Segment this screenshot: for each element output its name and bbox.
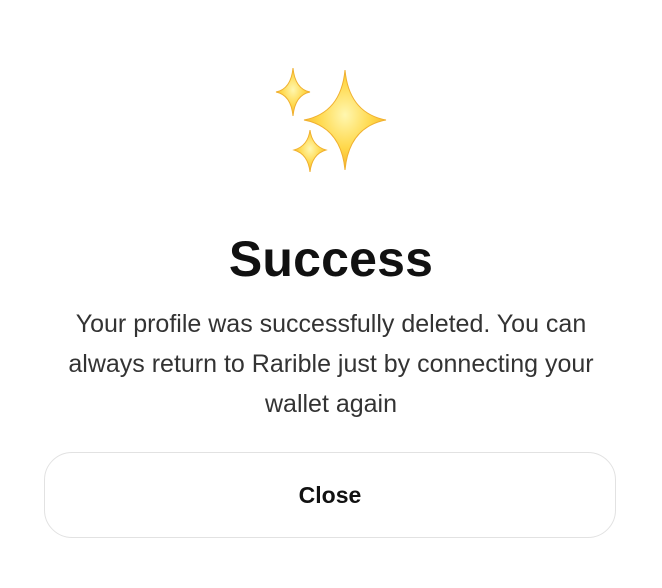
sparkles-icon <box>275 67 387 173</box>
small-sparkle-top <box>275 67 311 117</box>
small-sparkle-bottom <box>292 129 328 173</box>
dialog-message: Your profile was successfully deleted. Y… <box>68 310 594 418</box>
dialog-title: Success <box>228 231 434 287</box>
close-button[interactable]: Close <box>44 452 616 538</box>
success-dialog: Success Your profile was successfully de… <box>0 0 662 588</box>
